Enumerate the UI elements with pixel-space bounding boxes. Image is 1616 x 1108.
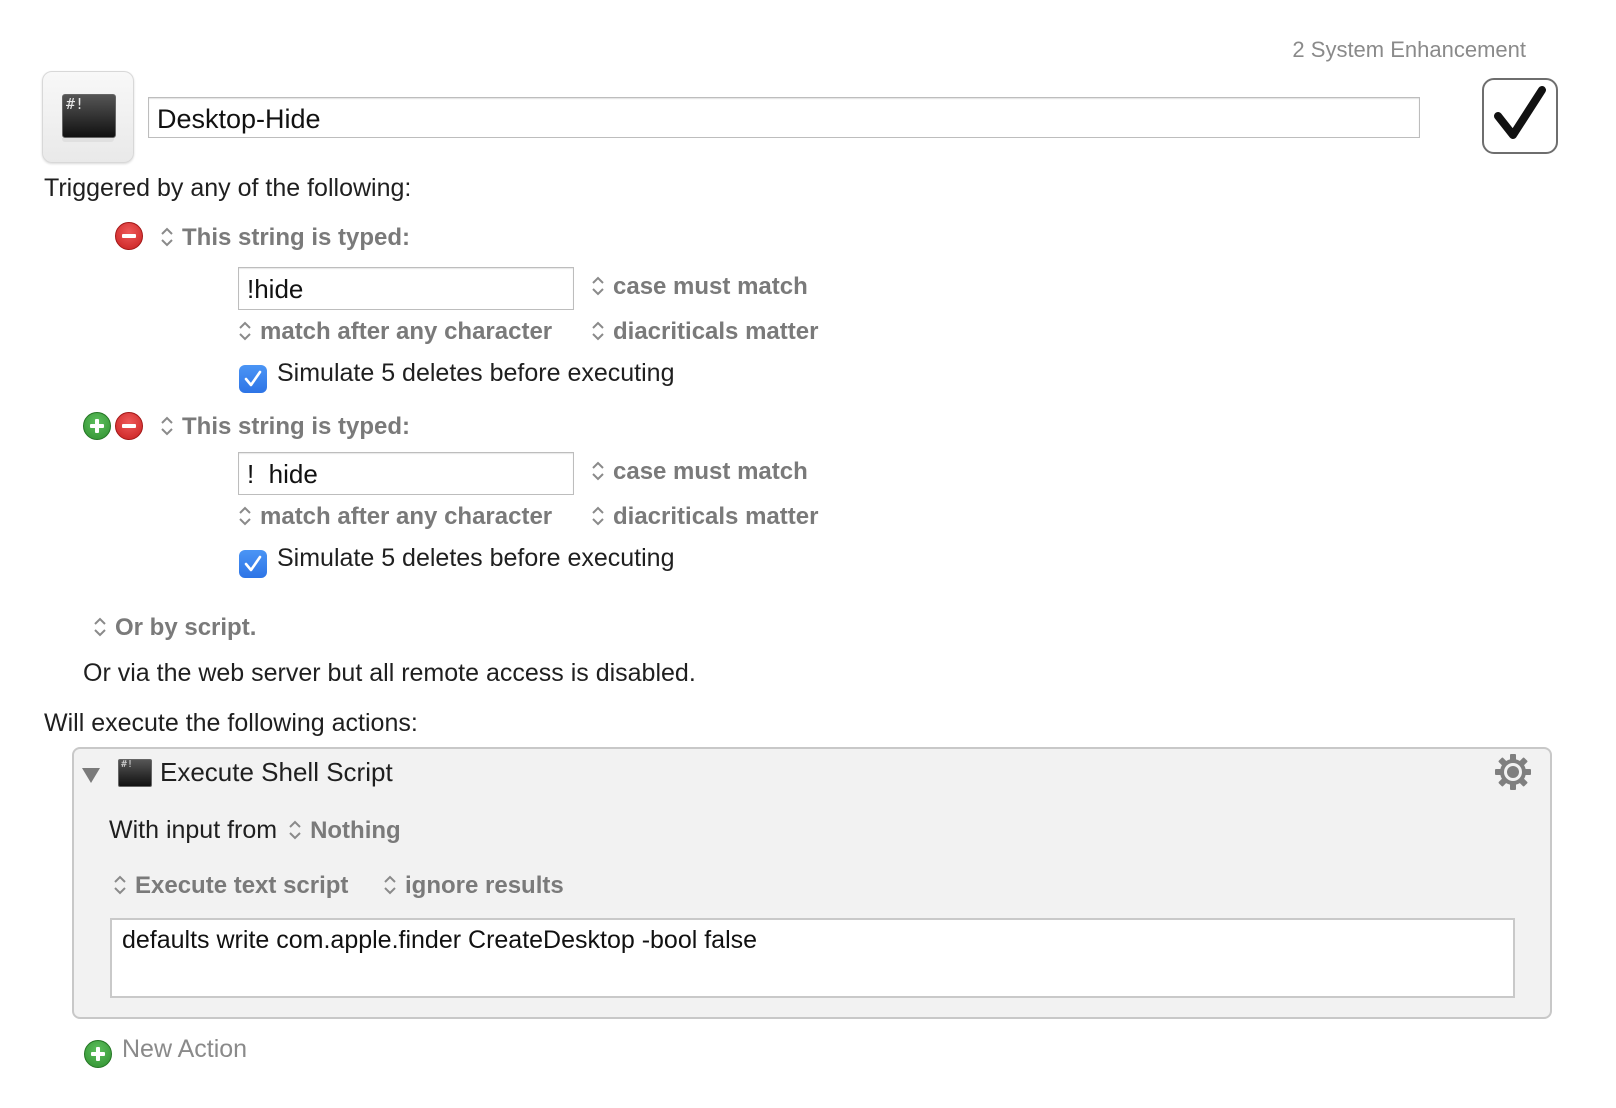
disclosure-triangle-icon[interactable] — [82, 768, 100, 783]
macro-group-label[interactable]: 2 System Enhancement — [1292, 37, 1526, 63]
triggers-heading: Triggered by any of the following: — [44, 174, 412, 202]
input-source-label: Nothing — [310, 817, 401, 844]
terminal-icon: #! — [118, 759, 152, 787]
trigger-type-label: This string is typed: — [182, 224, 411, 251]
match-option-label: match after any character — [260, 318, 553, 345]
execute-mode-popup[interactable]: Execute text script — [113, 872, 348, 900]
match-option-label: match after any character — [260, 503, 553, 530]
typed-string-input[interactable]: ! hide — [238, 452, 574, 495]
input-from-label: With input from — [109, 816, 278, 844]
checkmark-icon — [1494, 86, 1546, 139]
actions-heading: Will execute the following actions: — [44, 709, 418, 737]
diacritics-option-popup[interactable]: diacriticals matter — [591, 318, 818, 346]
match-option-popup[interactable]: match after any character — [238, 318, 552, 346]
match-option-popup[interactable]: match after any character — [238, 503, 552, 531]
new-action-label[interactable]: New Action — [122, 1035, 247, 1064]
results-mode-label: ignore results — [405, 872, 564, 899]
macro-name-field[interactable]: Desktop-Hide — [148, 97, 1420, 138]
updown-chevron-icon — [592, 506, 604, 526]
updown-chevron-icon — [289, 820, 301, 840]
simulate-deletes-checkbox[interactable] — [239, 365, 267, 393]
macro-editor: 2 System Enhancement #! Desktop-Hide Tri… — [0, 0, 1616, 1108]
remove-trigger-button[interactable] — [115, 412, 143, 440]
diacritics-option-popup[interactable]: diacriticals matter — [591, 503, 818, 531]
shell-script-editor[interactable]: defaults write com.apple.finder CreateDe… — [110, 918, 1515, 998]
case-option-label: case must match — [613, 458, 808, 485]
macro-enabled-checkbox[interactable] — [1482, 78, 1558, 154]
updown-chevron-icon — [114, 875, 126, 895]
updown-chevron-icon — [592, 321, 604, 341]
terminal-icon: #! — [62, 94, 116, 138]
results-mode-popup[interactable]: ignore results — [383, 872, 564, 900]
action-title: Execute Shell Script — [160, 757, 393, 787]
updown-chevron-icon — [94, 617, 106, 637]
case-option-label: case must match — [613, 273, 808, 300]
simulate-deletes-label: Simulate 5 deletes before executing — [277, 544, 675, 572]
checkmark-icon — [244, 555, 262, 572]
simulate-deletes-label: Simulate 5 deletes before executing — [277, 359, 675, 387]
trigger-type-popup[interactable]: This string is typed: — [160, 224, 410, 252]
updown-chevron-icon — [239, 506, 251, 526]
typed-string-input[interactable]: !hide — [238, 267, 574, 310]
updown-chevron-icon — [592, 276, 604, 296]
updown-chevron-icon — [592, 461, 604, 481]
diacritics-option-label: diacriticals matter — [613, 503, 819, 530]
checkmark-icon — [244, 370, 262, 387]
input-from-row: With input from Nothing — [109, 816, 401, 845]
execute-mode-label: Execute text script — [135, 872, 349, 899]
simulate-deletes-checkbox[interactable] — [239, 550, 267, 578]
terminal-icon-base — [62, 138, 114, 142]
gear-icon[interactable] — [1493, 752, 1533, 792]
diacritics-option-label: diacriticals matter — [613, 318, 819, 345]
trigger-type-label: This string is typed: — [182, 413, 411, 440]
case-option-popup[interactable]: case must match — [591, 273, 808, 301]
script-trigger-label: Or by script. — [115, 614, 257, 641]
add-trigger-button[interactable] — [83, 412, 111, 440]
updown-chevron-icon — [161, 227, 173, 247]
updown-chevron-icon — [239, 321, 251, 341]
updown-chevron-icon — [384, 875, 396, 895]
script-trigger-popup[interactable]: Or by script. — [93, 614, 256, 642]
macro-icon-well[interactable]: #! — [42, 71, 134, 163]
updown-chevron-icon — [161, 416, 173, 436]
trigger-type-popup[interactable]: This string is typed: — [160, 413, 410, 441]
remove-trigger-button[interactable] — [115, 222, 143, 250]
new-action-button[interactable] — [84, 1040, 112, 1068]
web-server-note: Or via the web server but all remote acc… — [83, 659, 696, 687]
input-source-popup[interactable]: Nothing — [288, 817, 401, 844]
case-option-popup[interactable]: case must match — [591, 458, 808, 486]
